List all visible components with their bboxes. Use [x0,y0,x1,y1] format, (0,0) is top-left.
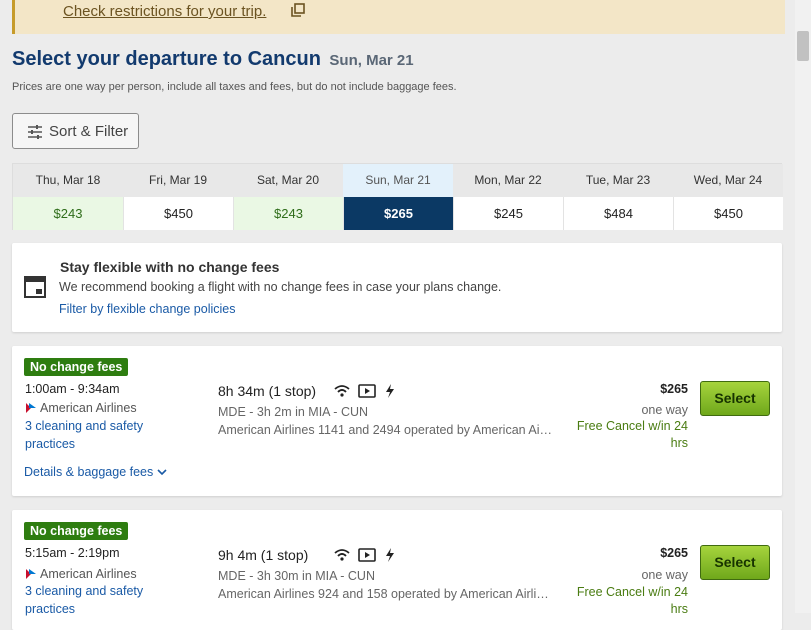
date-option-mar-24[interactable]: Wed, Mar 24 $450 [673,164,783,230]
flight-price: $265 [660,382,688,396]
date-price: $450 [673,197,783,230]
operated-by: American Airlines 924 and 158 operated b… [218,587,553,601]
wifi-icon [334,549,350,561]
vertical-scrollbar[interactable] [795,0,811,613]
airline-row: American Airlines [25,567,137,581]
operated-by: American Airlines 1141 and 2494 operated… [218,423,553,437]
flight-times: 1:00am - 9:34am [25,382,120,396]
date-option-mar-20[interactable]: Sat, Mar 20 $243 [233,164,343,230]
amenities [334,384,395,403]
free-cancel-note: Free Cancel w/in 24 hrs [576,419,688,450]
price-disclaimer: Prices are one way per person, include a… [12,81,457,93]
date-price: $245 [453,197,563,230]
price-type: one way [641,403,688,417]
date-option-mar-22[interactable]: Mon, Mar 22 $245 [453,164,563,230]
flexible-text: We recommend booking a flight with no ch… [59,280,502,294]
flight-duration: 9h 4m (1 stop) [218,547,309,563]
sliders-icon [28,125,42,139]
price-type: one way [641,568,688,582]
date-label: Sun, Mar 21 [343,164,453,197]
flight-duration: 8h 34m (1 stop) [218,383,317,399]
entertainment-icon [358,548,377,562]
sort-filter-label: Sort & Filter [49,123,129,140]
airline-name: American Airlines [40,567,137,581]
date-price: $450 [123,197,233,230]
date-option-mar-19[interactable]: Fri, Mar 19 $450 [123,164,233,230]
date-option-mar-23[interactable]: Tue, Mar 23 $484 [563,164,673,230]
date-price: $265 [343,197,453,230]
select-flight-button[interactable]: Select [700,381,770,416]
cleaning-practices-link[interactable]: 3 cleaning and safety practices [25,417,165,453]
power-outlet-icon [385,548,394,562]
american-airlines-logo-icon [26,569,36,579]
external-link-icon[interactable] [291,3,305,17]
date-price: $243 [233,197,343,230]
page-title-row: Select your departure to Cancun Sun, Mar… [12,48,414,71]
flexible-heading: Stay flexible with no change fees [60,259,280,275]
date-price: $243 [13,197,123,230]
date-label: Wed, Mar 24 [673,164,783,197]
no-change-fees-badge: No change fees [24,522,129,540]
calendar-icon [24,276,46,298]
date-option-mar-21[interactable]: Sun, Mar 21 $265 [343,164,453,230]
select-flight-button[interactable]: Select [700,545,770,580]
no-change-fees-badge: No change fees [24,358,129,376]
american-airlines-logo-icon [26,403,36,413]
flight-card: No change fees 1:00am - 9:34am American … [12,346,782,496]
check-restrictions-link[interactable]: Check restrictions for your trip. [63,3,266,20]
filter-flexible-link[interactable]: Filter by flexible change policies [59,302,235,316]
restrictions-banner: Check restrictions for your trip. [12,0,785,34]
chevron-down-icon [157,469,167,476]
date-option-mar-18[interactable]: Thu, Mar 18 $243 [13,164,123,230]
date-label: Sat, Mar 20 [233,164,343,197]
date-label: Thu, Mar 18 [13,164,123,197]
page-title-date: Sun, Mar 21 [329,52,414,69]
wifi-icon [334,385,350,397]
power-outlet-icon [385,384,394,398]
flight-route: MDE - 3h 2m in MIA - CUN [218,405,369,419]
date-label: Tue, Mar 23 [563,164,673,197]
details-baggage-link[interactable]: Details & baggage fees [24,465,167,479]
sort-filter-button[interactable]: Sort & Filter [12,113,139,149]
airline-row: American Airlines [25,401,137,415]
airline-name: American Airlines [40,401,137,415]
flight-price: $265 [660,546,688,560]
entertainment-icon [358,384,377,398]
date-label: Fri, Mar 19 [123,164,233,197]
scrollbar-thumb[interactable] [797,31,809,61]
details-label: Details & baggage fees [24,465,154,479]
flight-card: No change fees 5:15am - 2:19pm American … [12,510,782,630]
date-price: $484 [563,197,673,230]
date-price-grid: Thu, Mar 18 $243 Fri, Mar 19 $450 Sat, M… [12,163,783,230]
date-label: Mon, Mar 22 [453,164,563,197]
flight-times: 5:15am - 2:19pm [25,546,120,560]
page-title: Select your departure to Cancun [12,48,321,70]
amenities [334,548,395,567]
flight-route: MDE - 3h 30m in MIA - CUN [218,569,375,583]
flexible-notice-card: Stay flexible with no change fees We rec… [12,243,782,332]
